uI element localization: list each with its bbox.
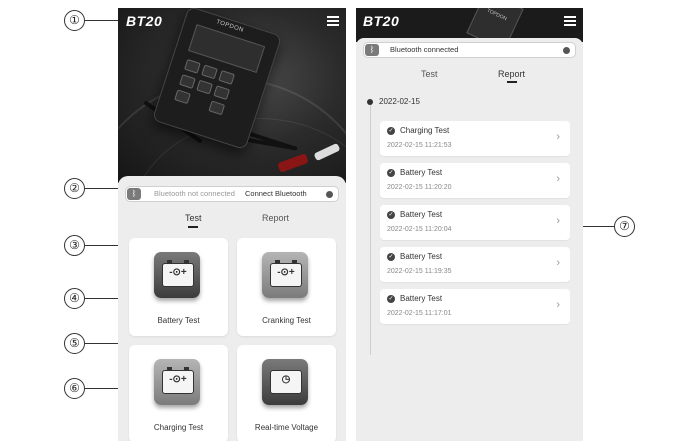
record-title: Battery Test [400,294,443,303]
connect-bluetooth-link[interactable]: Connect Bluetooth [245,187,307,201]
tile-label: Cranking Test [262,316,311,325]
check-circle-icon: ✓ [387,211,395,219]
hamburger-menu-icon[interactable] [327,16,339,26]
status-indicator-icon [326,190,333,198]
hamburger-menu-icon[interactable] [564,16,576,26]
callout-5: ⑤ [64,333,85,354]
bluetooth-status-text: Bluetooth not connected [154,189,235,198]
tile-label: Battery Test [157,316,200,325]
bluetooth-icon: ᛒ [365,44,379,56]
status-indicator-icon [563,46,570,54]
callout-7: ⑦ [614,216,635,237]
bluetooth-status-bar[interactable]: ᛒ Bluetooth connected [363,42,576,58]
bluetooth-status-bar[interactable]: ᛒ Bluetooth not connected Connect Blueto… [125,186,339,202]
battery-icon: -⊙+ [262,252,308,298]
record-datetime: 2022-02-15 11:17:01 [387,310,452,317]
record-title: Battery Test [400,168,443,177]
callout-4: ④ [64,288,85,309]
callout-2: ② [64,178,85,199]
tab-report[interactable]: Report [498,69,525,79]
tile-real-time-voltage[interactable]: ◷ Real-time Voltage [237,345,336,441]
report-panel: ᛒ Bluetooth connected Test Report 2022-0… [356,38,583,441]
check-circle-icon: ✓ [387,127,395,135]
report-date: 2022-02-15 [379,97,420,106]
test-panel: ᛒ Bluetooth not connected Connect Blueto… [118,176,346,441]
check-circle-icon: ✓ [387,295,395,303]
chevron-right-icon: › [556,215,560,227]
record-datetime: 2022-02-15 11:20:20 [387,184,452,191]
report-record[interactable]: ✓ Charging Test 2022-02-15 11:21:53 › [380,121,570,156]
report-record[interactable]: ✓ Battery Test 2022-02-15 11:20:04 › [380,205,570,240]
battery-icon: -⊙+ [154,252,200,298]
report-record[interactable]: ✓ Battery Test 2022-02-15 11:17:01 › [380,289,570,324]
check-circle-icon: ✓ [387,253,395,261]
record-datetime: 2022-02-15 11:21:53 [387,142,452,149]
callout-1: ① [64,10,85,31]
record-datetime: 2022-02-15 11:19:35 [387,268,452,275]
bluetooth-icon: ᛒ [127,188,141,200]
tile-label: Real-time Voltage [254,423,319,432]
voltmeter-icon: ◷ [262,359,308,405]
chevron-right-icon: › [556,173,560,185]
callout-6: ⑥ [64,378,85,399]
chevron-right-icon: › [556,131,560,143]
test-screen: TOPDON BT20 ᛒ Bluetooth not connected Co… [118,8,346,441]
header: TOPDON BT20 [356,8,583,42]
tab-test[interactable]: Test [421,69,438,79]
app-logo: BT20 [363,13,400,29]
bluetooth-status-text: Bluetooth connected [390,45,459,54]
active-tab-indicator [507,81,517,83]
report-record[interactable]: ✓ Battery Test 2022-02-15 11:20:20 › [380,163,570,198]
hero-banner: TOPDON BT20 [118,8,346,183]
tile-label: Charging Test [153,423,204,432]
app-logo: BT20 [126,13,163,29]
report-screen: TOPDON BT20 ᛒ Bluetooth connected Test R… [356,8,583,441]
report-record[interactable]: ✓ Battery Test 2022-02-15 11:19:35 › [380,247,570,282]
callout-3: ③ [64,235,85,256]
record-title: Battery Test [400,210,443,219]
timeline-line [370,105,371,355]
tab-test[interactable]: Test [185,213,202,223]
record-title: Charging Test [400,126,450,135]
tile-cranking-test[interactable]: -⊙+ Cranking Test [237,238,336,336]
tab-report[interactable]: Report [262,213,289,223]
tile-charging-test[interactable]: -⊙+ Charging Test [129,345,228,441]
chevron-right-icon: › [556,257,560,269]
tile-battery-test[interactable]: -⊙+ Battery Test [129,238,228,336]
active-tab-indicator [188,226,198,228]
chevron-right-icon: › [556,299,560,311]
battery-icon: -⊙+ [154,359,200,405]
check-circle-icon: ✓ [387,169,395,177]
record-title: Battery Test [400,252,443,261]
record-datetime: 2022-02-15 11:20:04 [387,226,452,233]
